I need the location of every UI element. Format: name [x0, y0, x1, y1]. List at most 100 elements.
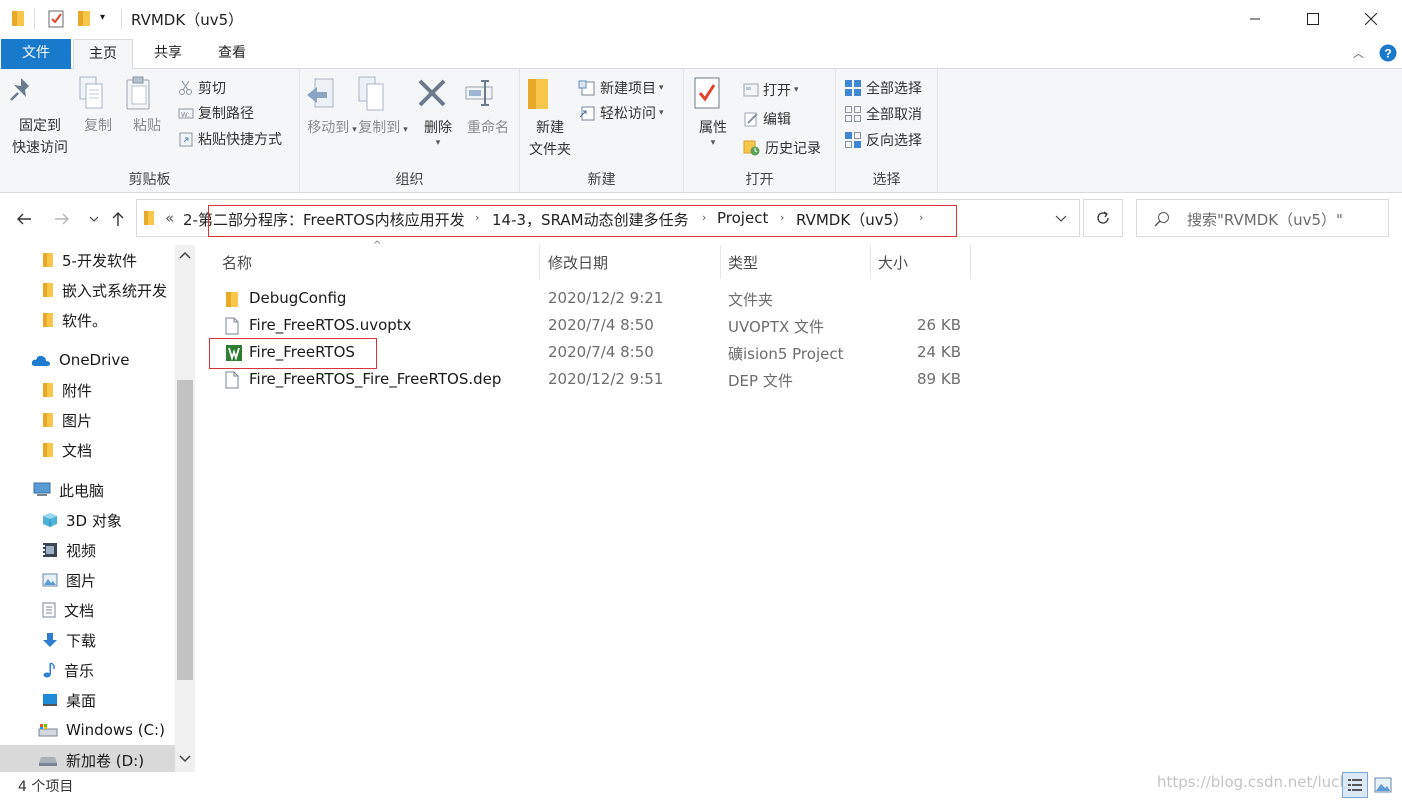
file-row[interactable]: Fire_FreeRTOS.uvoptx 2020/7/4 8:50 UVOPT… [214, 313, 974, 340]
nav-item-selected[interactable]: 新加卷 (D:) [0, 745, 175, 772]
folder-icon [42, 442, 54, 458]
file-row[interactable]: DebugConfig 2020/12/2 9:21 文件夹 [214, 286, 974, 313]
easy-access-button[interactable]: 轻松访问 ▾ [578, 102, 664, 124]
new-item-button[interactable]: 新建项目 ▾ [578, 77, 664, 99]
tab-view[interactable]: 查看 [200, 39, 264, 69]
copy-path-icon: W: [178, 105, 194, 121]
file-row[interactable]: Fire_FreeRTOS_Fire_FreeRTOS.dep 2020/12/… [214, 367, 974, 394]
new-folder-quick-icon[interactable] [77, 9, 91, 27]
tab-share[interactable]: 共享 [136, 39, 200, 69]
refresh-icon [1095, 210, 1111, 226]
properties-button[interactable]: 属性 ▾ [692, 75, 734, 148]
cut-button[interactable]: 剪切 [178, 77, 226, 99]
column-divider[interactable] [539, 245, 540, 279]
nav-item-label: 5-开发软件 [62, 251, 137, 270]
open-group-label: 打开 [745, 172, 774, 188]
breadcrumb-overflow[interactable]: « [165, 209, 174, 227]
nav-item[interactable]: 附件 [42, 375, 196, 405]
nav-item[interactable]: 图片 [42, 565, 196, 595]
nav-item[interactable]: 下载 [42, 625, 196, 655]
select-all-button[interactable]: 全部选择 [844, 77, 922, 99]
copy-to-button[interactable]: 复制到 ▾ [355, 75, 411, 141]
nav-item[interactable]: 文档 [42, 595, 196, 625]
copy-path-button[interactable]: W: 复制路径 [178, 102, 254, 124]
nav-item[interactable]: 视频 [42, 535, 196, 565]
move-to-button[interactable]: 移动到 ▾ [305, 75, 359, 141]
delete-dropdown-icon[interactable]: ▾ [416, 139, 460, 148]
nav-item-onedrive[interactable]: OneDrive [31, 345, 196, 375]
select-none-label: 全部取消 [866, 107, 922, 123]
refresh-button[interactable] [1083, 199, 1123, 237]
back-button[interactable] [12, 207, 36, 231]
help-icon[interactable]: ? [1379, 44, 1397, 62]
edit-button[interactable]: 编辑 [743, 108, 791, 130]
onedrive-icon [31, 353, 51, 367]
drive-c-icon [38, 723, 58, 737]
nav-item[interactable]: Windows (C:) [38, 715, 196, 745]
nav-item-label: 音乐 [64, 661, 95, 680]
file-date: 2020/7/4 8:50 [548, 316, 654, 334]
nav-item[interactable]: 嵌入式系统开发 [42, 275, 196, 305]
details-view-button[interactable] [1342, 772, 1368, 798]
nav-item-this-pc[interactable]: 此电脑 [33, 475, 196, 505]
column-header-date[interactable]: 修改日期 [548, 252, 608, 273]
folder-icon [42, 382, 54, 398]
scroll-up-icon[interactable] [179, 251, 191, 259]
address-dropdown-icon[interactable] [1055, 215, 1067, 223]
scroll-down-icon[interactable] [179, 755, 191, 763]
nav-item[interactable]: 软件。 [42, 305, 196, 335]
nav-item[interactable]: 3D 对象 [42, 505, 196, 535]
nav-item[interactable]: 桌面 [42, 685, 196, 715]
nav-item[interactable]: 音乐 [42, 655, 196, 685]
large-icons-view-button[interactable] [1370, 772, 1396, 798]
pin-quick-access-button[interactable]: 固定到 快速访问 [6, 75, 74, 159]
column-header-type[interactable]: 类型 [728, 252, 758, 273]
up-button[interactable] [106, 207, 130, 231]
tab-home[interactable]: 主页 [73, 39, 133, 70]
large-icons-view-icon [1374, 777, 1392, 793]
properties-dropdown-icon[interactable]: ▾ [692, 139, 734, 148]
properties-icon [692, 75, 734, 113]
maximize-button[interactable] [1284, 0, 1342, 38]
nav-item[interactable]: 图片 [42, 405, 196, 435]
copy-icon [76, 75, 120, 111]
window-title: RVMDK（uv5） [131, 11, 244, 29]
close-button[interactable] [1342, 0, 1400, 38]
paste-button[interactable]: 粘贴 [124, 75, 170, 137]
column-divider[interactable] [870, 245, 871, 279]
nav-item[interactable]: 文档 [42, 435, 196, 465]
column-divider[interactable] [720, 245, 721, 279]
tab-file[interactable]: 文件 [1, 39, 71, 69]
rename-button[interactable]: 重命名 [463, 75, 513, 139]
pin-icon [6, 75, 74, 111]
folder-icon [11, 9, 25, 27]
copy-button[interactable]: 复制 [76, 75, 120, 137]
invert-selection-button[interactable]: 反向选择 [844, 129, 922, 151]
file-name: DebugConfig [249, 289, 347, 307]
column-header-size[interactable]: 大小 [878, 252, 908, 273]
column-divider[interactable] [970, 245, 971, 279]
forward-button[interactable] [50, 207, 74, 231]
customize-quick-access-icon[interactable]: ▾ [100, 12, 105, 23]
nav-item[interactable]: 5-开发软件 [42, 245, 196, 275]
history-button[interactable]: 历史记录 [743, 137, 821, 159]
edit-icon [743, 111, 759, 127]
paste-shortcut-button[interactable]: 粘贴快捷方式 [178, 128, 282, 150]
select-none-button[interactable]: 全部取消 [844, 103, 922, 125]
collapse-ribbon-icon[interactable]: ︿ [1353, 45, 1364, 61]
new-folder-button[interactable]: 新建 文件夹 [524, 75, 576, 161]
delete-button[interactable]: 删除 ▾ [416, 75, 460, 148]
item-count: 4 个项目 [18, 779, 74, 795]
drive-icon [38, 753, 58, 767]
open-button[interactable]: 打开 ▾ [743, 79, 799, 101]
new-folder-icon [524, 75, 576, 113]
search-icon [1154, 211, 1170, 227]
minimize-button[interactable] [1226, 0, 1284, 38]
column-header-name[interactable]: 名称 [222, 252, 252, 273]
search-box[interactable]: 搜索"RVMDK（uv5）" [1136, 199, 1389, 237]
nav-scrollbar-thumb[interactable] [177, 380, 193, 680]
file-type: UVOPTX 文件 [728, 318, 825, 336]
file-icon [225, 317, 239, 335]
recent-locations-button[interactable] [82, 207, 106, 231]
properties-quick-icon[interactable] [48, 9, 66, 29]
